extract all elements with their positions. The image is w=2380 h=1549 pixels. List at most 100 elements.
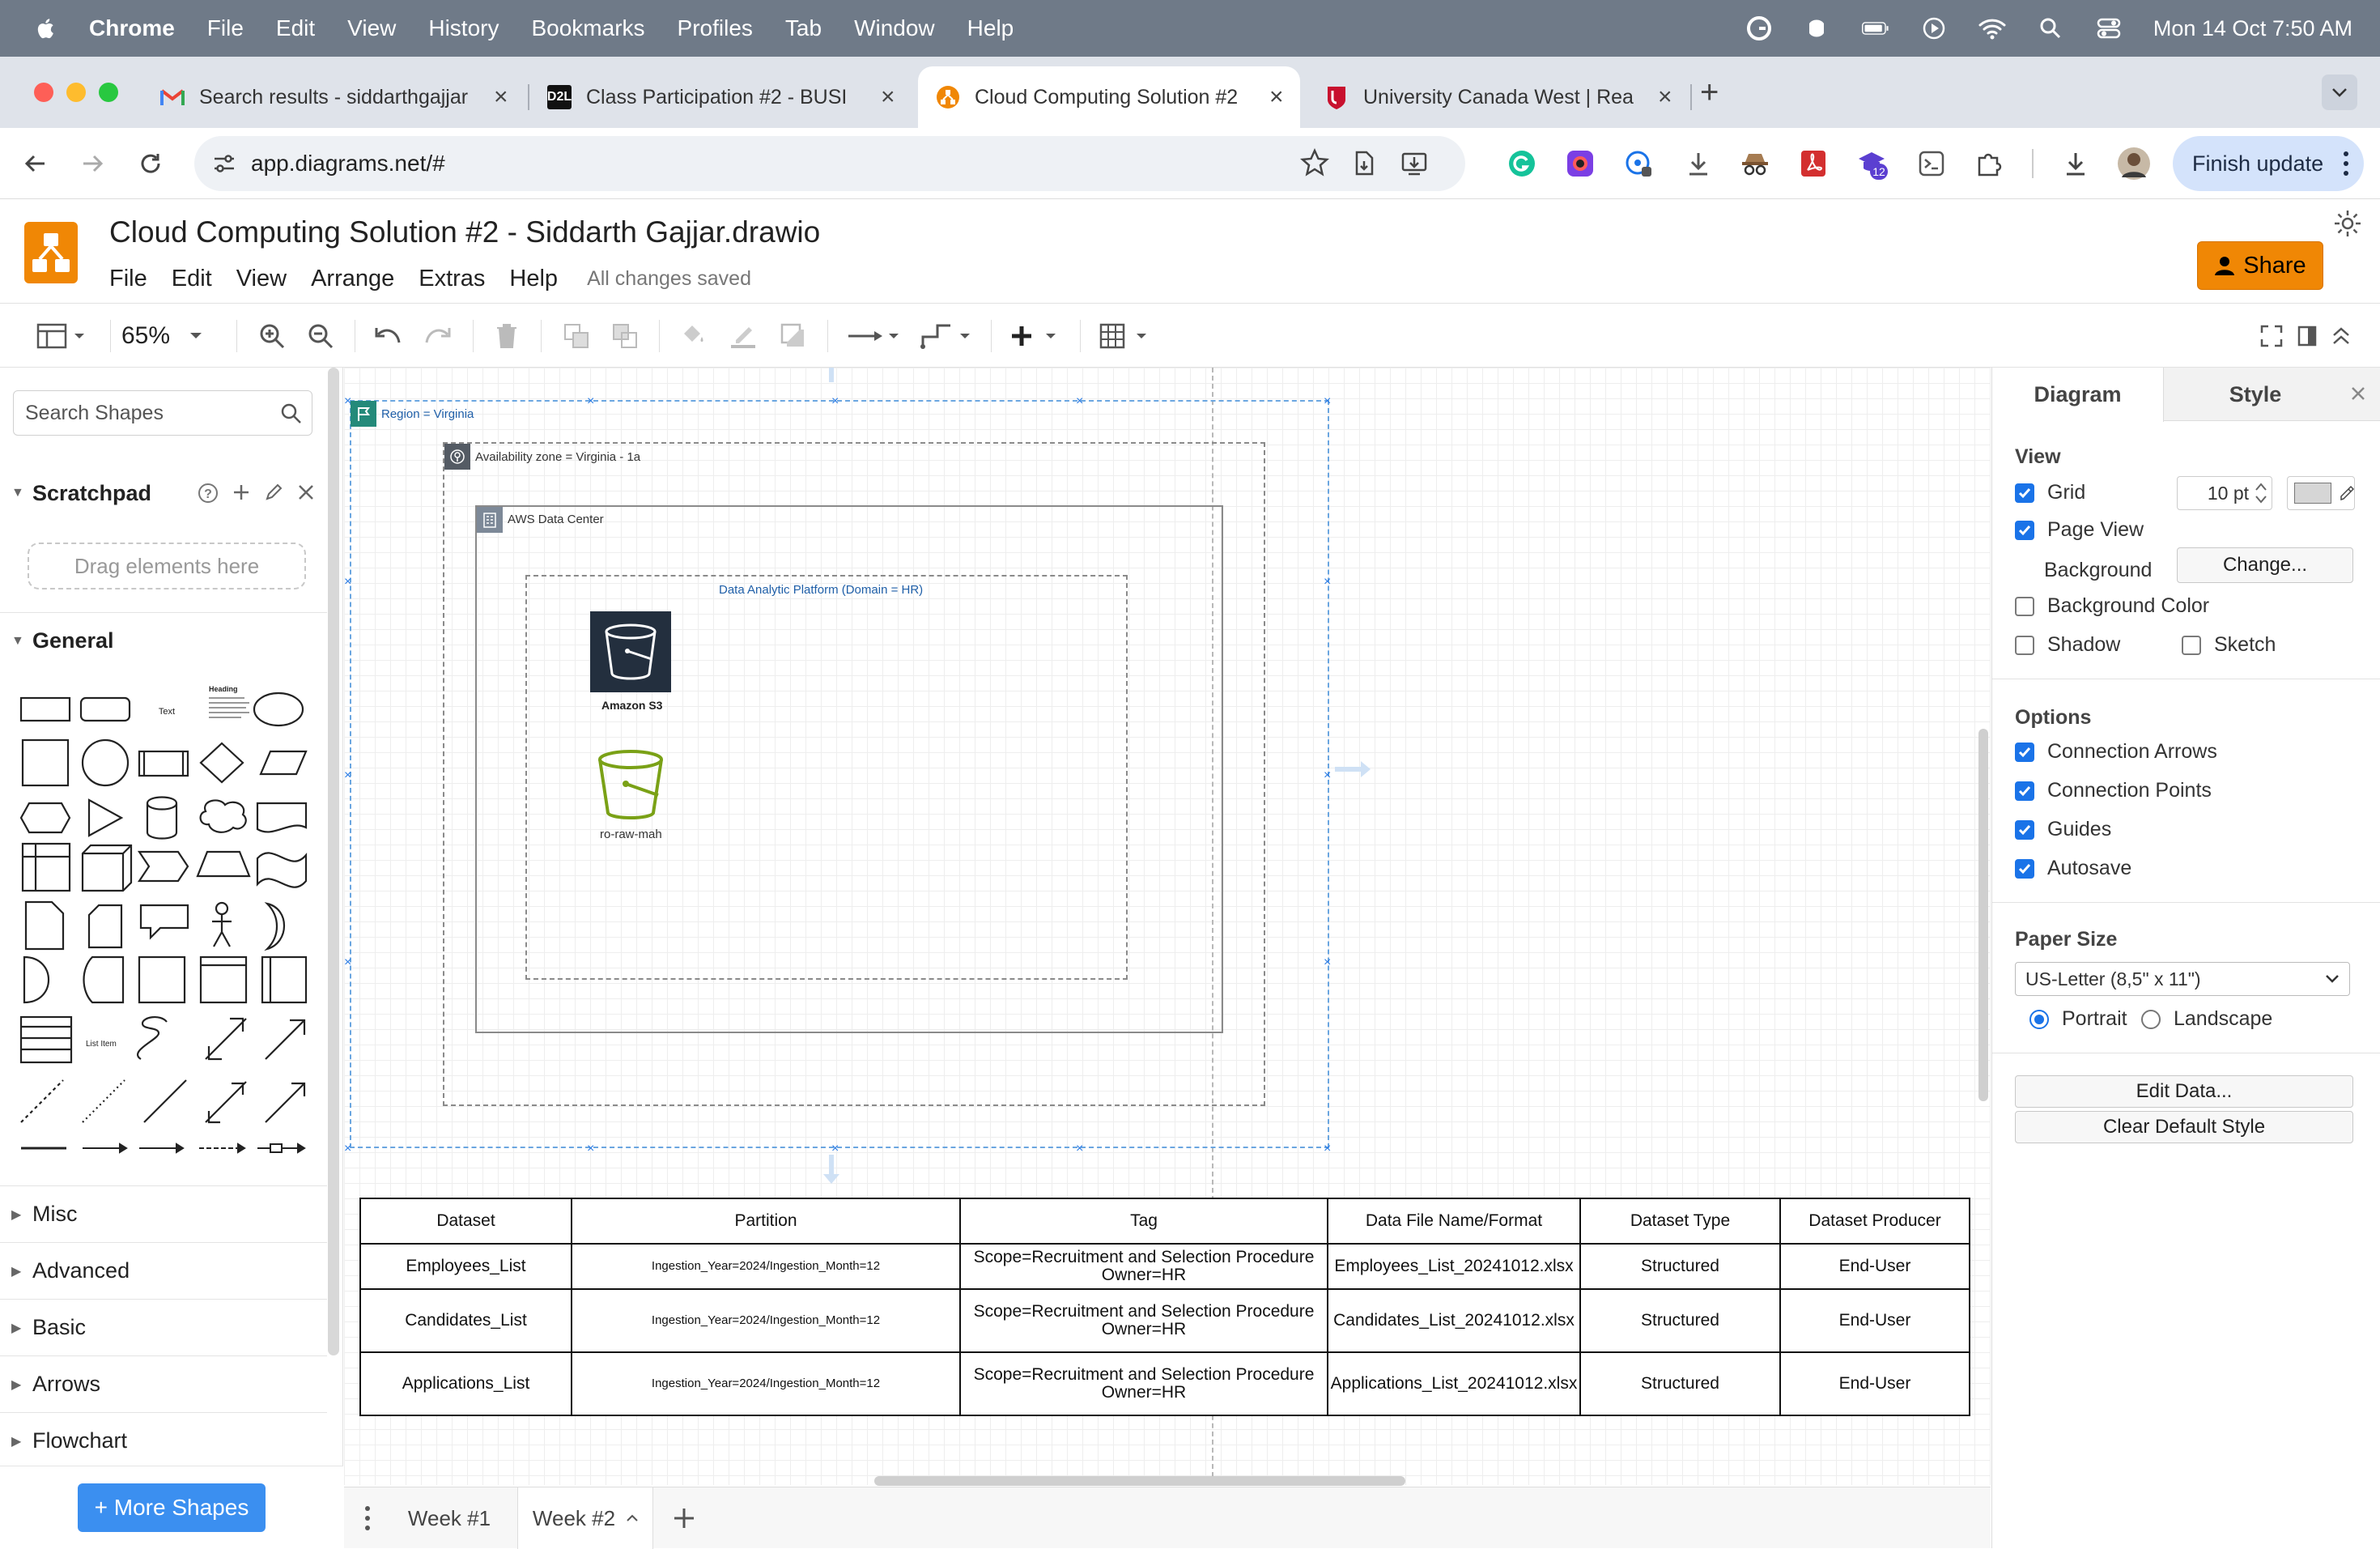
resize-handle[interactable]: × <box>1324 394 1331 409</box>
radio-selected-icon[interactable] <box>2029 1009 2049 1029</box>
canvas-horizontal-scrollbar[interactable] <box>874 1476 1405 1486</box>
resize-handle[interactable]: × <box>1324 768 1331 783</box>
change-background-button[interactable]: Change... <box>2177 547 2353 583</box>
shadow-checkbox[interactable]: Shadow <box>2015 633 2120 657</box>
close-tab-icon[interactable]: × <box>1658 83 1672 111</box>
back-icon[interactable] <box>16 144 55 183</box>
resize-handle[interactable]: × <box>1324 955 1331 970</box>
close-panel-icon[interactable] <box>2348 384 2368 409</box>
checkbox-checked-icon[interactable] <box>2015 858 2034 879</box>
table-cell[interactable]: Scope=Recruitment and Selection Procedur… <box>959 1243 1328 1290</box>
canvas-vertical-scrollbar[interactable] <box>1978 729 1988 1101</box>
browser-tab-gmail[interactable]: Search results - siddarthgajjar × <box>142 66 523 128</box>
menu-edit[interactable]: Edit <box>276 15 315 41</box>
zoom-dropdown[interactable]: 65% <box>121 318 219 354</box>
to-front-icon[interactable] <box>559 318 594 354</box>
grid-color-swatch[interactable] <box>2287 476 2355 510</box>
chevron-up-icon[interactable] <box>627 1514 638 1522</box>
resize-handle[interactable]: × <box>344 1142 351 1156</box>
datacenter-label[interactable]: AWS Data Center <box>508 513 604 526</box>
share-button[interactable]: Share <box>2197 241 2323 290</box>
tab-diagram[interactable]: Diagram <box>1992 368 2164 422</box>
browser-tab-ucw[interactable]: University Canada West | Rea × <box>1307 66 1687 128</box>
table-cell[interactable]: Scope=Recruitment and Selection Procedur… <box>959 1288 1328 1353</box>
s3-label[interactable]: Amazon S3 <box>601 699 662 712</box>
table-cell[interactable]: Employees_List <box>359 1243 572 1290</box>
downloads-icon[interactable] <box>2058 146 2093 181</box>
collapse-icon[interactable] <box>2328 318 2354 354</box>
resize-handle[interactable]: × <box>1076 394 1083 409</box>
background-color-checkbox[interactable]: Background Color <box>2015 594 2209 618</box>
window-close-button[interactable] <box>34 83 53 102</box>
save-status[interactable]: All changes saved <box>587 267 751 291</box>
autosave-checkbox[interactable]: Autosave <box>2015 857 2131 880</box>
checkbox-unchecked-icon[interactable] <box>2182 635 2201 655</box>
page-view-checkbox[interactable]: Page View <box>2015 518 2144 542</box>
more-shapes-button[interactable]: + More Shapes <box>78 1483 266 1532</box>
table-cell[interactable]: Candidates_List_20241012.xlsx <box>1327 1288 1581 1353</box>
platform-label[interactable]: Data Analytic Platform (Domain = HR) <box>719 583 923 597</box>
connection-points-checkbox[interactable]: Connection Points <box>2015 779 2212 802</box>
tab-search-icon[interactable] <box>2322 74 2357 110</box>
wifi-icon[interactable] <box>1978 15 2006 42</box>
resize-handle[interactable]: × <box>587 394 594 409</box>
menu-history[interactable]: History <box>428 15 499 41</box>
menu-help[interactable]: Help <box>967 15 1014 41</box>
table-cell[interactable]: Ingestion_Year=2024/Ingestion_Month=12 <box>571 1243 961 1290</box>
waypoint-style-icon[interactable] <box>918 318 975 354</box>
diagram-canvas[interactable]: × × × × × × × × × × × × × × × × Region =… <box>344 368 1991 1485</box>
save-page-icon[interactable] <box>1350 150 1378 181</box>
school-extension-icon[interactable]: 12 <box>1854 146 1889 181</box>
guides-checkbox[interactable]: Guides <box>2015 818 2111 841</box>
insert-plus-icon[interactable] <box>1009 318 1062 354</box>
clock[interactable]: Mon 14 Oct 7:50 AM <box>2153 16 2352 41</box>
table-cell[interactable]: Applications_List_20241012.xlsx <box>1327 1351 1581 1416</box>
drawio-logo-icon[interactable] <box>24 222 78 283</box>
drawio-menu-extras[interactable]: Extras <box>419 266 485 292</box>
connect-arrow-right-icon[interactable] <box>1333 760 1372 779</box>
scratchpad-dropzone[interactable]: Drag elements here <box>28 543 306 589</box>
grid-checkbox[interactable]: Grid <box>2015 481 2085 504</box>
address-bar[interactable]: app.diagrams.net/# <box>194 136 1465 191</box>
table-cell[interactable]: Scope=Recruitment and Selection Procedur… <box>959 1351 1328 1416</box>
stepper-icon[interactable] <box>2254 480 2268 506</box>
radio-unselected-icon[interactable] <box>2141 1009 2161 1029</box>
zoom-in-icon[interactable] <box>254 318 290 354</box>
browser-tab-d2l[interactable]: D2L Class Participation #2 - BUSI × <box>529 66 910 128</box>
flowchart-section-header[interactable]: ▶ Flowchart <box>0 1412 327 1469</box>
table-header-cell[interactable]: Dataset <box>359 1198 572 1245</box>
arrows-section-header[interactable]: ▶ Arrows <box>0 1355 327 1412</box>
close-tab-icon[interactable]: × <box>881 83 895 111</box>
resize-handle[interactable]: × <box>1324 575 1331 589</box>
menu-window[interactable]: Window <box>854 15 935 41</box>
menu-chrome[interactable]: Chrome <box>89 15 175 41</box>
theme-sun-icon[interactable] <box>2333 209 2365 241</box>
finish-update-button[interactable]: Finish update <box>2173 136 2364 191</box>
basic-section-header[interactable]: ▶ Basic <box>0 1299 327 1355</box>
checkbox-checked-icon[interactable] <box>2015 483 2034 503</box>
reload-icon[interactable] <box>131 144 170 183</box>
table-header-cell[interactable]: Dataset Type <box>1579 1198 1781 1245</box>
page-tab-week-1[interactable]: Week #1 <box>393 1487 506 1549</box>
connection-style-icon[interactable] <box>845 318 902 354</box>
to-back-icon[interactable] <box>607 318 643 354</box>
table-insert-icon[interactable] <box>1098 318 1154 354</box>
download-extension-icon[interactable] <box>1681 146 1716 181</box>
close-icon[interactable] <box>296 483 316 508</box>
fill-color-icon[interactable] <box>675 318 711 354</box>
drawio-menu-edit[interactable]: Edit <box>172 266 212 292</box>
drawio-menu-file[interactable]: File <box>109 266 147 292</box>
menu-view[interactable]: View <box>347 15 396 41</box>
password-extension-icon[interactable] <box>1621 146 1656 181</box>
checkbox-checked-icon[interactable] <box>2015 742 2034 762</box>
fullscreen-icon[interactable] <box>2259 318 2284 354</box>
paper-size-select[interactable]: US-Letter (8,5" x 11") <box>2015 962 2350 996</box>
scratchpad-header[interactable]: ▼ Scratchpad ? <box>0 465 327 521</box>
add-page-icon[interactable] <box>663 1487 705 1549</box>
new-tab-icon[interactable]: + <box>1700 74 1719 111</box>
menu-tab[interactable]: Tab <box>785 15 822 41</box>
window-zoom-button[interactable] <box>99 83 118 102</box>
site-settings-icon[interactable] <box>212 152 236 179</box>
edit-data-button[interactable]: Edit Data... <box>2015 1075 2353 1108</box>
add-icon[interactable] <box>232 483 251 508</box>
